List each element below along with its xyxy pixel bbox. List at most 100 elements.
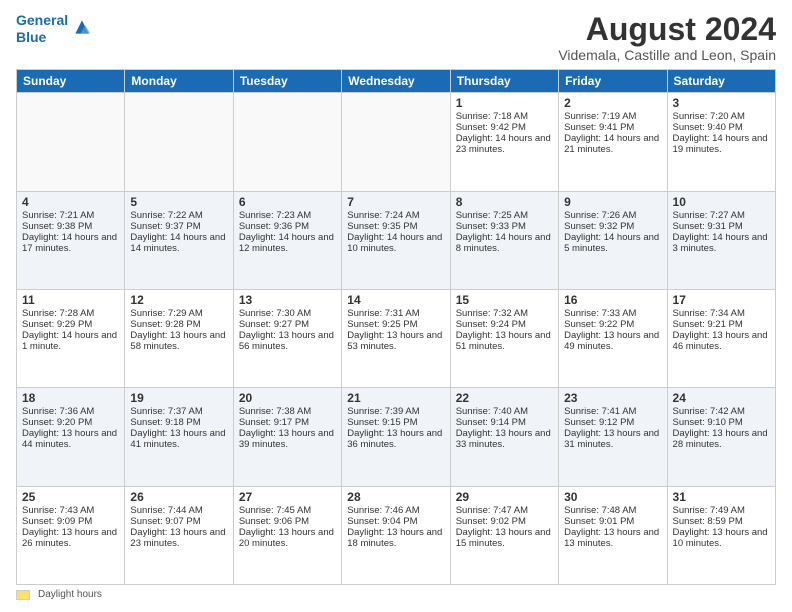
day-number: 19 (130, 391, 227, 405)
calendar-cell: 19Sunrise: 7:37 AMSunset: 9:18 PMDayligh… (125, 388, 233, 486)
day-info: Daylight: 13 hours and 53 minutes. (347, 330, 444, 352)
day-number: 24 (673, 391, 770, 405)
day-info: Daylight: 14 hours and 21 minutes. (564, 133, 661, 155)
day-info: Daylight: 13 hours and 36 minutes. (347, 428, 444, 450)
calendar-cell: 9Sunrise: 7:26 AMSunset: 9:32 PMDaylight… (559, 191, 667, 289)
calendar-cell: 30Sunrise: 7:48 AMSunset: 9:01 PMDayligh… (559, 486, 667, 584)
page: GeneralBlue August 2024 Videmala, Castil… (0, 0, 792, 612)
day-info: Daylight: 13 hours and 49 minutes. (564, 330, 661, 352)
calendar-cell: 6Sunrise: 7:23 AMSunset: 9:36 PMDaylight… (233, 191, 341, 289)
calendar-cell: 8Sunrise: 7:25 AMSunset: 9:33 PMDaylight… (450, 191, 558, 289)
day-info: Daylight: 14 hours and 12 minutes. (239, 232, 336, 254)
day-info: Daylight: 13 hours and 51 minutes. (456, 330, 553, 352)
day-info: Sunrise: 7:37 AM (130, 406, 227, 417)
day-info: Sunrise: 7:30 AM (239, 308, 336, 319)
calendar-day-header: Sunday (17, 70, 125, 93)
day-number: 30 (564, 490, 661, 504)
day-info: Sunset: 9:42 PM (456, 122, 553, 133)
day-info: Daylight: 13 hours and 26 minutes. (22, 527, 119, 549)
calendar-cell: 5Sunrise: 7:22 AMSunset: 9:37 PMDaylight… (125, 191, 233, 289)
day-info: Sunrise: 7:39 AM (347, 406, 444, 417)
day-info: Sunset: 9:20 PM (22, 417, 119, 428)
calendar-cell: 21Sunrise: 7:39 AMSunset: 9:15 PMDayligh… (342, 388, 450, 486)
day-info: Daylight: 14 hours and 10 minutes. (347, 232, 444, 254)
calendar-cell: 1Sunrise: 7:18 AMSunset: 9:42 PMDaylight… (450, 93, 558, 191)
day-info: Sunrise: 7:33 AM (564, 308, 661, 319)
calendar-cell (125, 93, 233, 191)
subtitle: Videmala, Castille and Leon, Spain (558, 47, 776, 63)
day-info: Sunset: 9:31 PM (673, 221, 770, 232)
day-info: Daylight: 13 hours and 56 minutes. (239, 330, 336, 352)
day-info: Sunrise: 7:45 AM (239, 505, 336, 516)
calendar-cell (17, 93, 125, 191)
day-info: Sunset: 9:10 PM (673, 417, 770, 428)
day-info: Sunset: 9:12 PM (564, 417, 661, 428)
day-info: Sunrise: 7:44 AM (130, 505, 227, 516)
calendar-cell: 3Sunrise: 7:20 AMSunset: 9:40 PMDaylight… (667, 93, 775, 191)
calendar-cell: 12Sunrise: 7:29 AMSunset: 9:28 PMDayligh… (125, 289, 233, 387)
day-number: 11 (22, 293, 119, 307)
day-info: Daylight: 14 hours and 5 minutes. (564, 232, 661, 254)
day-number: 8 (456, 195, 553, 209)
day-info: Sunset: 9:38 PM (22, 221, 119, 232)
daylight-box (16, 590, 30, 600)
day-info: Daylight: 14 hours and 3 minutes. (673, 232, 770, 254)
day-number: 25 (22, 490, 119, 504)
day-info: Sunset: 9:25 PM (347, 319, 444, 330)
day-info: Daylight: 13 hours and 39 minutes. (239, 428, 336, 450)
calendar-day-header: Friday (559, 70, 667, 93)
day-info: Sunset: 9:24 PM (456, 319, 553, 330)
day-info: Daylight: 13 hours and 18 minutes. (347, 527, 444, 549)
day-info: Sunset: 9:01 PM (564, 516, 661, 527)
day-info: Sunset: 9:22 PM (564, 319, 661, 330)
day-info: Sunset: 9:40 PM (673, 122, 770, 133)
day-info: Sunrise: 7:49 AM (673, 505, 770, 516)
calendar-cell: 24Sunrise: 7:42 AMSunset: 9:10 PMDayligh… (667, 388, 775, 486)
day-number: 18 (22, 391, 119, 405)
day-number: 5 (130, 195, 227, 209)
day-info: Sunset: 9:41 PM (564, 122, 661, 133)
day-info: Sunrise: 7:25 AM (456, 210, 553, 221)
calendar-week-row: 1Sunrise: 7:18 AMSunset: 9:42 PMDaylight… (17, 93, 776, 191)
day-info: Sunrise: 7:41 AM (564, 406, 661, 417)
day-info: Sunset: 9:02 PM (456, 516, 553, 527)
day-info: Sunset: 9:21 PM (673, 319, 770, 330)
calendar-day-header: Wednesday (342, 70, 450, 93)
calendar-day-header: Monday (125, 70, 233, 93)
day-info: Daylight: 13 hours and 23 minutes. (130, 527, 227, 549)
day-info: Daylight: 13 hours and 20 minutes. (239, 527, 336, 549)
day-info: Sunrise: 7:23 AM (239, 210, 336, 221)
day-info: Sunset: 9:04 PM (347, 516, 444, 527)
day-info: Daylight: 13 hours and 46 minutes. (673, 330, 770, 352)
calendar-cell: 10Sunrise: 7:27 AMSunset: 9:31 PMDayligh… (667, 191, 775, 289)
calendar-week-row: 4Sunrise: 7:21 AMSunset: 9:38 PMDaylight… (17, 191, 776, 289)
day-number: 27 (239, 490, 336, 504)
calendar-cell: 20Sunrise: 7:38 AMSunset: 9:17 PMDayligh… (233, 388, 341, 486)
header: GeneralBlue August 2024 Videmala, Castil… (16, 12, 776, 63)
day-number: 3 (673, 96, 770, 110)
calendar-body: 1Sunrise: 7:18 AMSunset: 9:42 PMDaylight… (17, 93, 776, 585)
day-info: Sunset: 9:14 PM (456, 417, 553, 428)
day-info: Daylight: 14 hours and 23 minutes. (456, 133, 553, 155)
calendar-week-row: 25Sunrise: 7:43 AMSunset: 9:09 PMDayligh… (17, 486, 776, 584)
day-info: Sunset: 9:28 PM (130, 319, 227, 330)
day-info: Sunrise: 7:38 AM (239, 406, 336, 417)
day-number: 1 (456, 96, 553, 110)
day-info: Sunrise: 7:43 AM (22, 505, 119, 516)
day-info: Daylight: 14 hours and 8 minutes. (456, 232, 553, 254)
day-info: Sunset: 9:09 PM (22, 516, 119, 527)
day-number: 14 (347, 293, 444, 307)
calendar-table: SundayMondayTuesdayWednesdayThursdayFrid… (16, 69, 776, 585)
calendar-cell (342, 93, 450, 191)
day-info: Daylight: 13 hours and 41 minutes. (130, 428, 227, 450)
calendar-cell: 23Sunrise: 7:41 AMSunset: 9:12 PMDayligh… (559, 388, 667, 486)
day-info: Sunset: 9:33 PM (456, 221, 553, 232)
day-info: Sunset: 9:35 PM (347, 221, 444, 232)
daylight-label: Daylight hours (38, 589, 102, 600)
day-number: 28 (347, 490, 444, 504)
day-info: Sunset: 9:06 PM (239, 516, 336, 527)
calendar-cell: 14Sunrise: 7:31 AMSunset: 9:25 PMDayligh… (342, 289, 450, 387)
calendar-cell: 29Sunrise: 7:47 AMSunset: 9:02 PMDayligh… (450, 486, 558, 584)
day-number: 17 (673, 293, 770, 307)
day-number: 21 (347, 391, 444, 405)
